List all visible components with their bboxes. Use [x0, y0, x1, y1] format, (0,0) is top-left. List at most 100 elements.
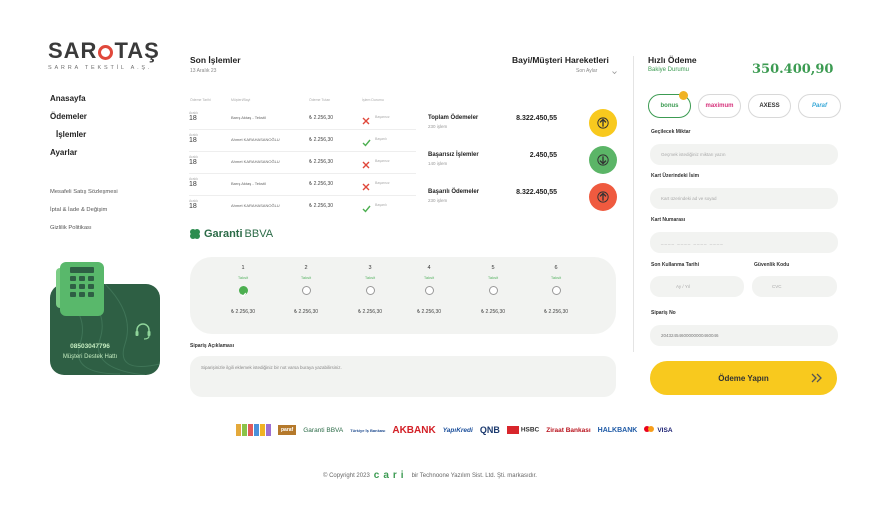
radio-unchecked-icon[interactable]: [424, 286, 434, 295]
row-customer: Barış Aktaş - Tekstil: [231, 181, 266, 186]
radio-unchecked-icon[interactable]: [365, 286, 375, 295]
row-amount: ₺ 2.256,30: [309, 181, 334, 187]
cvc-label: Güvenlik Kodu: [754, 262, 790, 268]
row-amount: ₺ 2.256,30: [309, 137, 334, 143]
row-status: Başarısız: [375, 181, 390, 185]
bank-visa: VISA: [644, 426, 673, 434]
installment-option[interactable]: 3 Taksit ₺ 2.256,30: [350, 265, 390, 315]
movements-filter[interactable]: Son Aylar: [576, 68, 597, 74]
table-row[interactable]: Aralık 18 Barış Aktaş - Tekstil ₺ 2.256,30 B…: [189, 111, 409, 125]
quick-payment-title: Hızlı Ödeme: [648, 55, 697, 65]
support-phone[interactable]: 08503047796: [50, 343, 130, 350]
installment-amount: ₺ 2.256,30: [543, 309, 569, 315]
pay-button[interactable]: Ödeme Yapın: [650, 361, 837, 395]
radio-unchecked-icon[interactable]: [301, 286, 311, 295]
expiry-input[interactable]: Ay / Yıl: [650, 276, 744, 297]
movement-value: 8.322.450,55: [516, 115, 557, 122]
radio-unchecked-icon[interactable]: [488, 286, 498, 295]
installment-option[interactable]: 1 Taksit ₺ 2.256,30: [223, 265, 263, 315]
policy-link-privacy[interactable]: Gizlilik Politikası: [50, 223, 118, 241]
row-day: 18: [189, 159, 197, 166]
chevron-down-icon[interactable]: [612, 70, 617, 75]
balance-label: Bakiye Durumu: [648, 67, 690, 73]
radio-unchecked-icon[interactable]: [551, 286, 561, 295]
arrow-down-circle-icon[interactable]: [589, 146, 617, 174]
card-program-label: bonus: [660, 103, 679, 109]
nav-item-settings[interactable]: Ayarlar: [50, 147, 170, 165]
bank-qnb: QNB: [479, 425, 500, 435]
bank-logos: paraf Garanti BBVA Türkiye İş Bankası AK…: [236, 422, 673, 438]
installment-count: 3: [368, 265, 372, 271]
row-amount: ₺ 2.256,30: [309, 203, 334, 209]
movement-value: 8.322.450,55: [516, 189, 557, 196]
installment-unit: Taksit: [550, 275, 562, 280]
selected-check-icon: [679, 91, 688, 100]
installment-count: 4: [427, 265, 431, 271]
brand-ring-icon: [98, 44, 114, 60]
card-name-input[interactable]: Kart üzerindeki ad ve soyad: [650, 188, 838, 209]
main-nav: Anasayfa Ödemeler İşlemler Ayarlar: [50, 93, 170, 165]
footer-brand[interactable]: cari: [374, 470, 408, 481]
bank-akbank: AKBANK: [392, 424, 436, 436]
nav-item-payments[interactable]: Ödemeler: [50, 111, 170, 129]
row-day: 18: [189, 115, 197, 122]
bank-ziraat: Ziraat Bankası: [546, 426, 591, 434]
installment-option[interactable]: 5 Taksit ₺ 2.256,30: [473, 265, 513, 315]
order-no-label: Sipariş No: [651, 310, 676, 316]
brand-logo[interactable]: SAR TAŞ SARRA TEKSTİL A.Ş.: [48, 38, 160, 71]
nav-item-home[interactable]: Anasayfa: [50, 93, 170, 111]
nav-item-transactions[interactable]: İşlemler: [50, 129, 170, 147]
cross-icon: [362, 156, 370, 174]
table-row[interactable]: Aralık 18 Ahmet KARAHASANOĞLU ₺ 2.256,30 Baş…: [189, 199, 409, 213]
order-no-input[interactable]: 20432454600000000460046: [650, 325, 838, 346]
card-program-bonus[interactable]: bonus: [648, 91, 691, 118]
card-program-paraf[interactable]: Paraf: [798, 94, 841, 118]
table-row[interactable]: Aralık 18 Barış Aktaş - Tekstil ₺ 2.256,30 B…: [189, 177, 409, 191]
radio-checked-icon[interactable]: [238, 286, 248, 297]
pay-button-label: Ödeme Yapın: [718, 373, 769, 383]
footer: © Copyright 2023 cari bir Technoone Yazı…: [323, 470, 537, 481]
table-row[interactable]: Aralık 18 Ahmet KARAHASANOĞLU ₺ 2.256,30 Baş…: [189, 155, 409, 169]
last-transactions-title: Son İşlemler: [190, 55, 241, 65]
installment-option[interactable]: 2 Taksit ₺ 2.256,30: [286, 265, 326, 315]
amount-input[interactable]: Geçmek istediğiniz miktarı yazın: [650, 144, 838, 165]
arrow-up-circle-icon[interactable]: [589, 109, 617, 137]
row-amount: ₺ 2.256,30: [309, 159, 334, 165]
card-program-axess[interactable]: AXESS: [748, 94, 791, 118]
row-divider: [189, 173, 416, 174]
brand-name-left: SAR: [48, 38, 98, 63]
card-number-input[interactable]: ____ ____ ____ ____: [650, 232, 838, 253]
row-customer: Ahmet KARAHASANOĞLU: [231, 137, 280, 142]
expiry-label: Son Kullanma Tarihi: [651, 262, 699, 268]
phone-icon: [60, 262, 104, 316]
installment-amount: ₺ 2.256,30: [230, 309, 256, 315]
card-program-maximum[interactable]: maximum: [698, 94, 741, 118]
policy-link-returns[interactable]: İptal & İade & Değişim: [50, 205, 118, 223]
table-row[interactable]: Aralık 18 Ahmet KARAHASANOĞLU ₺ 2.256,30 Baş…: [189, 133, 409, 147]
bank-yapikredi: YapıKredi: [442, 426, 473, 434]
bank-isbank: Türkiye İş Bankası: [350, 427, 386, 433]
card-program-label: maximum: [705, 103, 734, 109]
col-amount: Ödeme Tutarı: [309, 98, 331, 102]
garanti-name: Garanti: [204, 228, 243, 240]
card-name-label: Kart Üzerindeki İsim: [651, 173, 700, 179]
installment-amount: ₺ 2.256,30: [480, 309, 506, 315]
row-status: Başarısız: [375, 115, 390, 119]
installment-option[interactable]: 6 Taksit ₺ 2.256,30: [536, 265, 576, 315]
garanti-clover-icon: [190, 229, 200, 239]
movement-count: 140 işlem: [428, 161, 448, 166]
column-divider: [633, 56, 634, 352]
movement-count: 230 işlem: [428, 124, 448, 129]
cvc-input[interactable]: CVC: [752, 276, 837, 297]
order-note-input[interactable]: Siparişinizle ilgili eklemek istediğiniz…: [190, 356, 616, 397]
double-chevron-right-icon: [811, 373, 822, 383]
bank-garanti: Garanti BBVA: [303, 426, 344, 434]
row-day: 18: [189, 181, 197, 188]
installment-count: 5: [491, 265, 495, 271]
col-date: Ödeme Tarihi: [190, 98, 211, 102]
card-program-list: bonus maximum AXESS Paraf: [648, 91, 841, 118]
installment-option[interactable]: 4 Taksit ₺ 2.256,30: [409, 265, 449, 315]
arrow-up-circle-icon[interactable]: [589, 183, 617, 211]
col-customer: Müşteri/Bayi: [231, 98, 251, 102]
policy-link-distance-sales[interactable]: Mesafeli Satış Sözleşmesi: [50, 187, 118, 205]
